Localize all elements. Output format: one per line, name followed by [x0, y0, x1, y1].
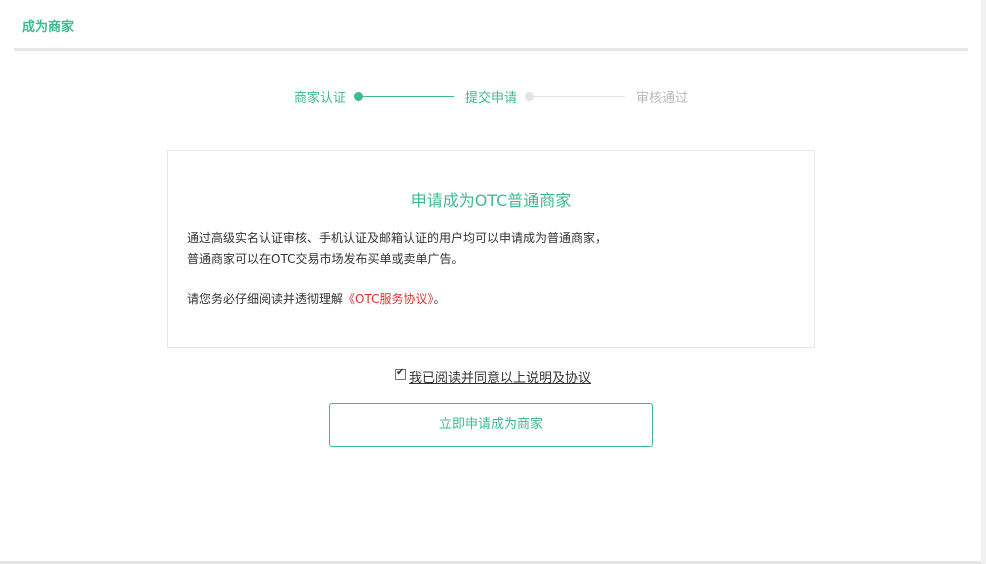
progress-steps: 商家认证 提交申请 审核通过: [0, 86, 986, 106]
otc-agreement-link[interactable]: 《OTC服务协议》: [343, 292, 433, 306]
card-notice: 请您务必仔细阅读并透彻理解《OTC服务协议》。: [187, 290, 445, 307]
step-review-approved: 审核通过: [636, 91, 689, 106]
card-text-line-1: 通过高级实名认证审核、手机认证及邮箱认证的用户均可以申请成为普通商家，: [187, 231, 608, 245]
step-merchant-verification: 商家认证: [294, 91, 347, 106]
card-text-line-2: 普通商家可以在OTC交易市场发布买单或卖单广告。: [187, 252, 464, 266]
step-submit-application: 提交申请: [465, 91, 518, 106]
step-connector-active: [363, 96, 454, 97]
card-title: 申请成为OTC普通商家: [410, 191, 572, 210]
step-dot-active: [354, 92, 363, 101]
step-connector-inactive: [534, 96, 625, 97]
agree-checkbox[interactable]: ✔: [395, 367, 406, 380]
apply-merchant-button[interactable]: 立即申请成为商家: [329, 403, 653, 447]
notice-suffix: 。: [433, 292, 446, 306]
check-icon: ✔: [396, 367, 405, 378]
notice-prefix: 请您务必仔细阅读并透彻理解: [187, 292, 344, 306]
page-title: 成为商家: [22, 20, 75, 35]
step-dot-inactive: [525, 92, 534, 101]
agree-label-link[interactable]: 我已阅读并同意以上说明及协议: [409, 367, 591, 386]
page-header: 成为商家: [14, 0, 968, 51]
info-card: 申请成为OTC普通商家 通过高级实名认证审核、手机认证及邮箱认证的用户均可以申请…: [167, 150, 815, 348]
scrollbar-track[interactable]: [981, 0, 986, 564]
